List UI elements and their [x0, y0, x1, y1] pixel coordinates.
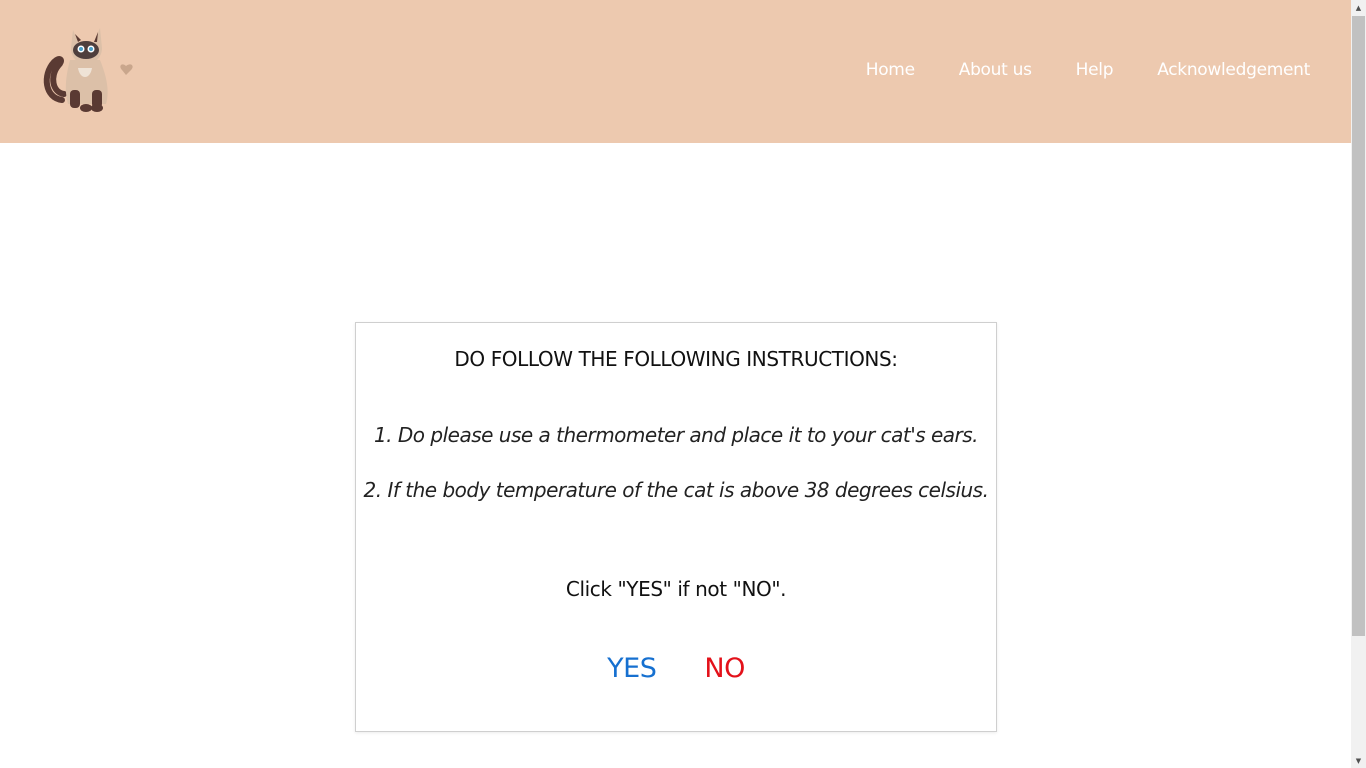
nav-acknowledgement-link[interactable]: Acknowledgement — [1157, 60, 1310, 80]
viewport: Home About us Help Acknowledgement DO FO… — [0, 0, 1351, 768]
instruction-step-2: 2. If the body temperature of the cat is… — [363, 478, 989, 502]
answer-prompt: Click "YES" if not "NO". — [565, 577, 787, 601]
cat-logo-icon[interactable] — [40, 20, 140, 115]
site-header: Home About us Help Acknowledgement — [0, 0, 1351, 143]
scroll-down-arrow-icon[interactable]: ▼ — [1351, 753, 1366, 768]
instructions-card: DO FOLLOW THE FOLLOWING INSTRUCTIONS: 1.… — [355, 322, 997, 732]
no-button[interactable]: NO — [704, 653, 745, 684]
instructions-title: DO FOLLOW THE FOLLOWING INSTRUCTIONS: — [454, 347, 898, 371]
nav-about-us-link[interactable]: About us — [959, 60, 1032, 80]
yes-button[interactable]: YES — [607, 653, 657, 684]
page: Home About us Help Acknowledgement DO FO… — [0, 0, 1366, 768]
main-nav: Home About us Help Acknowledgement — [822, 60, 1311, 80]
answer-actions: YES NO — [356, 653, 996, 684]
instruction-step-1: 1. Do please use a thermometer and place… — [373, 423, 979, 447]
nav-home-link[interactable]: Home — [866, 60, 915, 80]
vertical-scrollbar[interactable]: ▲ ▼ — [1351, 0, 1366, 768]
scroll-up-arrow-icon[interactable]: ▲ — [1351, 0, 1366, 15]
scrollbar-thumb[interactable] — [1352, 16, 1365, 636]
nav-help-link[interactable]: Help — [1076, 60, 1114, 80]
